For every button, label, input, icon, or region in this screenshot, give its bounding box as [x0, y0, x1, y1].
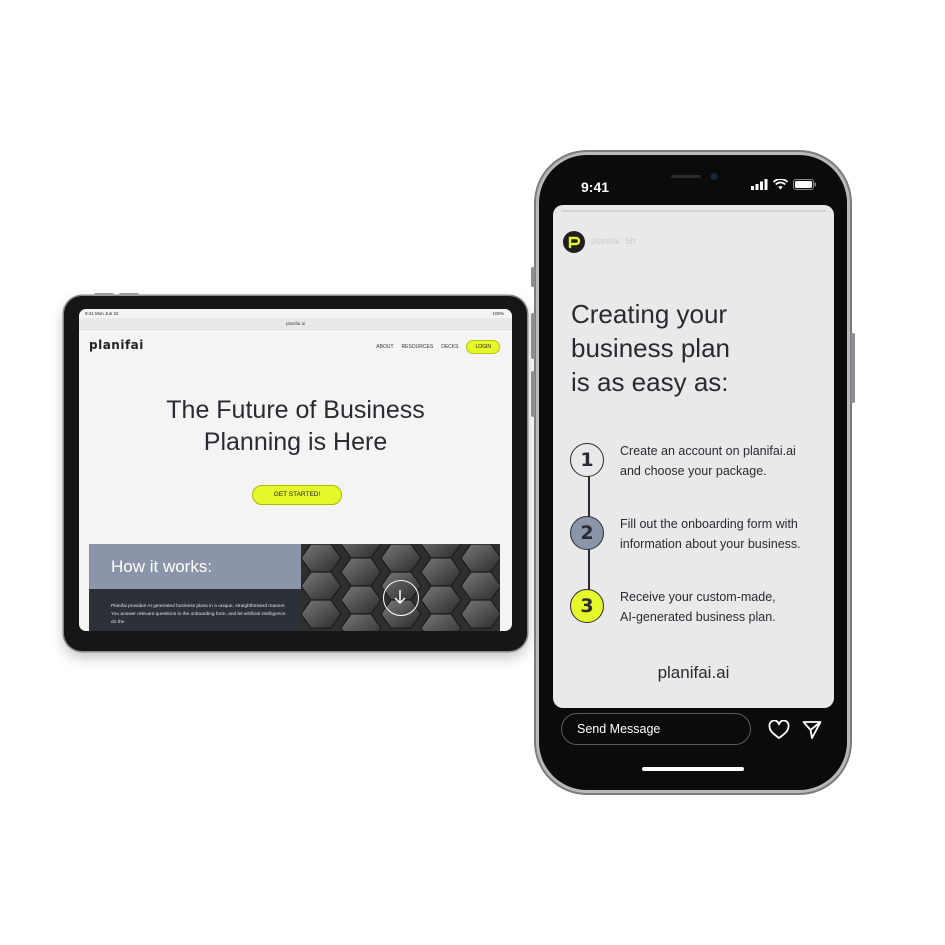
step-1-line1: Create an account on planifai.ai	[620, 444, 796, 458]
paper-plane-icon[interactable]	[802, 720, 822, 740]
hero-title-line1: The Future of Business	[166, 396, 425, 424]
phone-volume-up	[531, 313, 535, 359]
wifi-icon	[773, 179, 788, 190]
tablet-top-button	[94, 293, 114, 296]
story-progress-bar	[561, 210, 826, 212]
tablet-url-bar[interactable]: planifai.ai	[79, 318, 512, 330]
how-it-works-header: How it works:	[89, 544, 301, 589]
tablet-screen: 9:41 Mon Jun 22 100% planifai.ai planifa…	[79, 309, 512, 631]
story-headline: Creating your business plan is as easy a…	[571, 297, 730, 399]
login-button[interactable]: LOGIN	[466, 340, 500, 354]
phone-device: 9:41 planifai 5h Creating your business …	[531, 155, 855, 790]
nav-item-decks[interactable]: DECKS	[441, 344, 458, 350]
how-it-works-text: Planifai provides AI generated business …	[111, 604, 286, 625]
signal-icon	[751, 179, 768, 190]
step-3-number: 3	[570, 589, 604, 623]
tablet-device: 9:41 Mon Jun 22 100% planifai.ai planifa…	[64, 293, 527, 651]
battery-icon	[793, 179, 816, 190]
step-2-line1: Fill out the onboarding form with	[620, 517, 798, 531]
how-it-works-body: Planifai provides AI generated business …	[89, 589, 301, 631]
story-username-text: planifai	[591, 236, 620, 246]
phone-status-time: 9:41	[581, 179, 610, 195]
nav-item-about[interactable]: ABOUT	[376, 344, 393, 350]
planifai-logo-icon	[568, 236, 581, 249]
phone-speaker	[659, 169, 727, 185]
step-1-text: Create an account on planifai.ai and cho…	[620, 442, 820, 481]
story-timestamp: 5h	[625, 236, 636, 246]
phone-volume-down	[531, 371, 535, 417]
step-3-line2: AI-generated business plan.	[620, 609, 776, 624]
step-1-line2: and choose your package.	[620, 463, 767, 478]
step-3-line1: Receive your custom-made,	[620, 590, 776, 604]
story-headline-line3: is as easy as:	[571, 367, 729, 397]
heart-icon[interactable]	[768, 720, 790, 740]
story-brand-url: planifai.ai	[657, 663, 730, 682]
step-3-text: Receive your custom-made, AI-generated b…	[620, 588, 820, 627]
nav-item-resources[interactable]: RESOURCES	[402, 344, 434, 350]
step-2-number: 2	[570, 516, 604, 550]
how-it-works-title: How it works:	[111, 557, 213, 576]
scroll-down-button[interactable]	[383, 580, 419, 616]
phone-silent-switch	[531, 267, 535, 287]
tablet-status-battery: 100%	[492, 311, 504, 316]
site-nav: ABOUT RESOURCES DECKS LOGIN	[376, 340, 500, 354]
send-message-input[interactable]: Send Message	[561, 713, 751, 745]
hero-title-line2: Planning is Here	[203, 428, 388, 456]
send-message-placeholder: Send Message	[577, 722, 661, 736]
story-headline-line2: business plan	[571, 333, 730, 363]
phone-status-icons	[751, 179, 817, 190]
get-started-button[interactable]: GET STARTED!	[252, 485, 342, 505]
step-1-number: 1	[570, 443, 604, 477]
phone-power-button	[851, 333, 855, 403]
avatar[interactable]	[563, 231, 585, 253]
arrow-down-icon	[393, 589, 406, 604]
camera-icon	[671, 173, 718, 180]
tablet-top-button	[119, 293, 139, 296]
hero-title: The Future of Business Planning is Here	[79, 394, 512, 458]
home-indicator[interactable]	[642, 767, 744, 771]
site-logo[interactable]: planifai	[89, 338, 144, 352]
story-headline-line1: Creating your	[571, 299, 728, 329]
story-username[interactable]: planifai 5h	[591, 236, 636, 246]
step-2-text: Fill out the onboarding form with inform…	[620, 515, 820, 554]
tablet-status-time: 9:41 Mon Jun 22	[85, 311, 119, 316]
story-screen: planifai 5h Creating your business plan i…	[553, 205, 834, 708]
step-2-line2: information about your business.	[620, 536, 801, 551]
